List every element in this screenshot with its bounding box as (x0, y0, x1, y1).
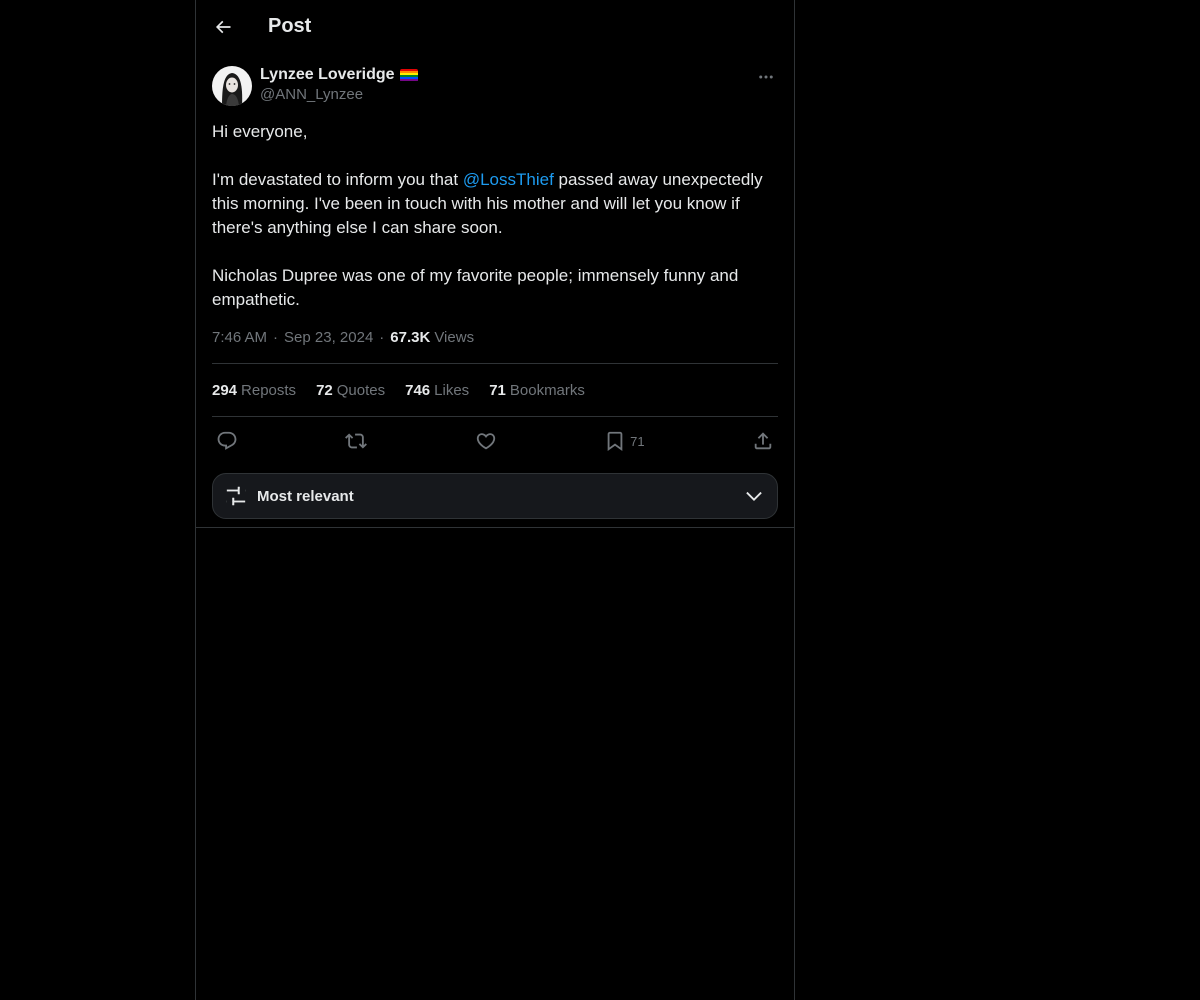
author-name[interactable]: Lynzee Loveridge (260, 66, 395, 84)
post-paragraph-3: Nicholas Dupree was one of my favorite p… (212, 266, 739, 309)
repost-button[interactable] (345, 430, 368, 452)
reply-button[interactable] (216, 430, 238, 452)
more-options-button[interactable] (756, 67, 776, 87)
post-paragraph-1: Hi everyone, (212, 122, 308, 141)
bookmark-button[interactable]: 71 (604, 430, 645, 452)
divider (196, 527, 794, 528)
post-text: Hi everyone, I'm devastated to inform yo… (212, 120, 778, 312)
post-time[interactable]: 7:46 AM (212, 329, 267, 346)
views-count: 67.3K (390, 328, 431, 346)
share-button[interactable] (752, 430, 774, 452)
header: Post (196, 0, 794, 53)
main-column: Post Lynzee Loveridge @ANN_Lynzee Hi eve… (195, 0, 795, 1000)
avatar[interactable] (212, 66, 252, 106)
back-button[interactable] (212, 16, 234, 38)
reposts-stat[interactable]: 294 Reposts (212, 382, 296, 399)
action-bar: 71 (212, 417, 778, 465)
views-label: Views (434, 328, 475, 346)
like-button[interactable] (475, 430, 497, 452)
quotes-stat[interactable]: 72 Quotes (316, 382, 385, 399)
author-info: Lynzee Loveridge @ANN_Lynzee (260, 65, 418, 103)
post-date[interactable]: Sep 23, 2024 (284, 329, 373, 346)
bookmarks-stat[interactable]: 71 Bookmarks (489, 382, 585, 399)
author-row: Lynzee Loveridge @ANN_Lynzee (212, 65, 778, 107)
bookmark-count: 71 (630, 433, 645, 449)
author-handle[interactable]: @ANN_Lynzee (260, 86, 418, 103)
reply-sort-dropdown[interactable]: Most relevant (212, 473, 778, 519)
rainbow-flag-icon (399, 68, 418, 82)
share-icon (754, 432, 772, 450)
chevron-down-icon (743, 485, 765, 507)
repost-icon (345, 433, 368, 449)
engagement-stats: 294 Reposts 72 Quotes 746 Likes 71 Bookmarks (212, 364, 778, 417)
likes-stat[interactable]: 746 Likes (405, 382, 469, 399)
sliders-icon (226, 486, 246, 506)
more-horizontal-icon (759, 75, 773, 79)
mention-link[interactable]: @LossThief (463, 170, 554, 189)
post-meta: 7:46 AM · Sep 23, 2024 · 67.3K Views (212, 327, 778, 364)
page-title: Post (268, 15, 312, 37)
post: Lynzee Loveridge @ANN_Lynzee Hi everyone… (196, 65, 794, 528)
bookmark-icon (607, 431, 623, 452)
post-paragraph-2: I'm devastated to inform you that @LossT… (212, 170, 763, 237)
heart-icon (476, 433, 495, 450)
reply-icon (217, 431, 237, 450)
arrow-left-icon (215, 20, 231, 33)
sort-label: Most relevant (257, 487, 354, 505)
